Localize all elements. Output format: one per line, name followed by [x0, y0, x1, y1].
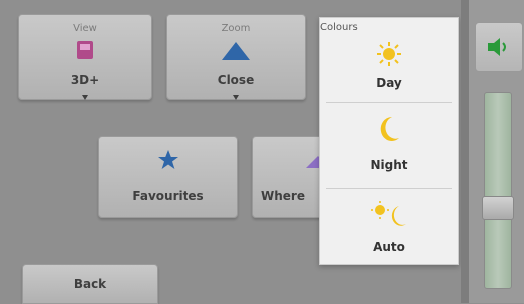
volume-slider-track[interactable]	[484, 92, 512, 289]
colour-option-auto-label: Auto	[373, 240, 405, 254]
popup-divider	[326, 102, 452, 103]
favourites-label: Favourites	[132, 189, 204, 203]
zoom-dropdown-caret	[233, 95, 239, 100]
colours-popup: Colours Day Night Auto	[319, 17, 459, 265]
zoom-triangle-icon	[222, 42, 250, 60]
back-button[interactable]: Back	[22, 264, 158, 304]
zoom-label: Close	[217, 73, 255, 87]
volume-slider-handle[interactable]	[482, 196, 514, 220]
moon-icon	[380, 116, 399, 141]
volume-button[interactable]	[475, 22, 523, 72]
back-label: Back	[73, 277, 107, 291]
colour-option-day-label: Day	[376, 76, 402, 90]
favourites-button[interactable]: Favourites	[98, 136, 238, 218]
zoom-button[interactable]: Zoom Close	[166, 14, 306, 100]
scrollbar[interactable]	[461, 0, 469, 303]
sun-icon	[377, 42, 401, 66]
popup-divider	[326, 188, 452, 189]
view-button[interactable]: View 3D+	[18, 14, 152, 100]
colours-caption: Colours	[320, 22, 358, 33]
view-caption: View	[73, 23, 97, 34]
right-panel	[469, 0, 524, 303]
sun-moon-icon	[371, 201, 406, 226]
colour-option-auto[interactable]: Auto	[320, 190, 458, 264]
view-3d-icon	[77, 41, 93, 59]
colour-option-night[interactable]: Night	[320, 104, 458, 186]
star-icon	[158, 150, 178, 169]
where-label: Where	[261, 189, 305, 203]
colour-option-night-label: Night	[370, 158, 408, 172]
speaker-icon	[488, 38, 506, 56]
view-dropdown-caret	[82, 95, 88, 100]
zoom-caption: Zoom	[221, 23, 251, 34]
colour-option-day[interactable]: Day	[320, 36, 458, 98]
view-label: 3D+	[70, 73, 100, 87]
